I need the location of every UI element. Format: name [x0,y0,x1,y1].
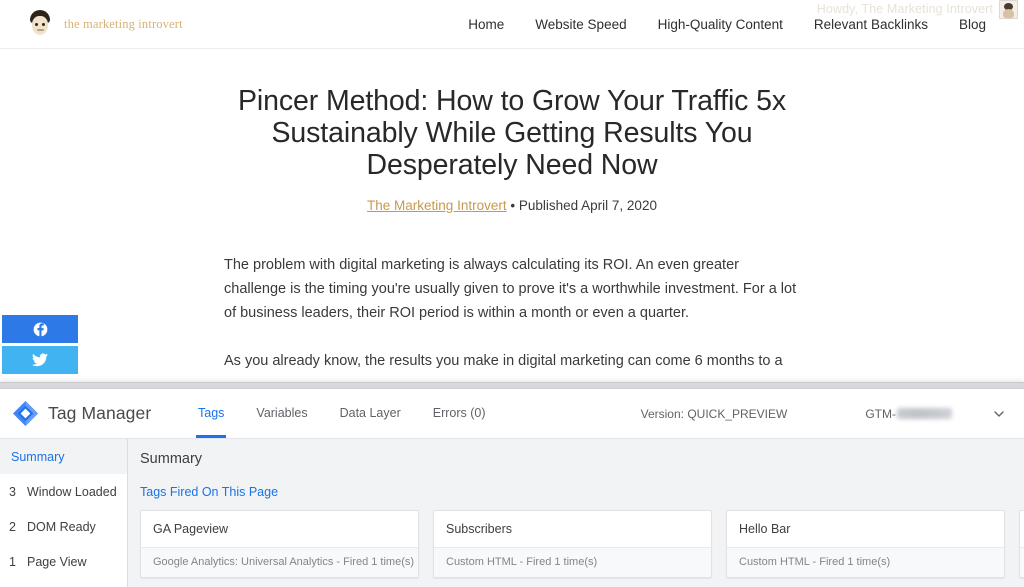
share-twitter-button[interactable] [2,346,78,374]
gtm-version-label: Version: QUICK_PREVIEW [640,406,788,421]
byline-published-date: Published April 7, 2020 [518,198,657,213]
tag-card-title: GA Pageview [153,522,229,536]
tag-card-detail: Custom HTML - Fired 1 time(s) [434,547,711,577]
event-number: 2 [9,519,16,534]
gtm-header-right: Version: QUICK_PREVIEW GTM- [641,403,1010,425]
page-title: Pincer Method: How to Grow Your Traffic … [237,85,787,181]
sidebar-item-page-view[interactable]: 1 Page View [0,544,127,579]
nav-item-blog[interactable]: Blog [959,17,986,32]
primary-navigation: Home Website Speed High-Quality Content … [468,17,986,32]
gtm-tab-bar: Tags Variables Data Layer Errors (0) [182,389,502,438]
site-header: the marketing introvert Home Website Spe… [0,0,1024,48]
gtm-container-id-redacted [897,408,952,419]
gtm-container-id: GTM- [865,407,952,421]
sidebar-item-window-loaded[interactable]: 3 Window Loaded [0,474,127,509]
tag-card[interactable]: MahilChimp Popup Custom HTML - Fired 1 t… [1019,510,1024,578]
gtm-main-content: Summary Tags Fired On This Page GA Pagev… [128,439,1024,587]
tag-card-list: GA Pageview Google Analytics: Universal … [140,510,1024,578]
tab-data-layer[interactable]: Data Layer [324,389,417,438]
tag-card-title: MahilChimp Popup [1020,511,1024,547]
event-number: 1 [9,554,16,569]
sidebar-item-label: Page View [27,554,87,569]
gtm-panel-body: Summary 3 Window Loaded 2 DOM Ready 1 Pa… [0,438,1024,587]
tag-card-detail: Google Analytics: Universal Analytics - … [141,547,418,577]
tag-card[interactable]: GA Pageview Google Analytics: Universal … [140,510,419,578]
sidebar-item-dom-ready[interactable]: 2 DOM Ready [0,509,127,544]
twitter-icon [32,353,48,367]
tab-variables[interactable]: Variables [240,389,323,438]
share-facebook-button[interactable] [2,315,78,343]
article-byline: The Marketing Introvert • Published Apri… [0,198,1024,213]
tag-card-detail: Custom HTML - Fired 1 time(s) [727,547,1004,577]
gtm-summary-heading: Summary [140,451,203,467]
gtm-title: Tag Manager [48,403,152,423]
article-paragraph: As you already know, the results you mak… [224,353,783,369]
gtm-panel-header: Tag Manager Tags Variables Data Layer Er… [0,389,1024,438]
chevron-down-icon[interactable] [988,403,1010,425]
gtm-container-prefix: GTM- [865,406,896,421]
tag-card[interactable]: Subscribers Custom HTML - Fired 1 time(s… [433,510,712,578]
nav-item-high-quality-content[interactable]: High-Quality Content [658,17,783,32]
avatar-face-icon [26,9,54,39]
tag-card-detail: Custom HTML - Fired 1 time(s) [1020,547,1024,577]
tag-manager-logo-icon [12,400,39,427]
sidebar-item-label: Window Loaded [27,484,117,499]
tag-card-title: Subscribers [446,522,512,536]
sidebar-item-label: Summary [11,449,65,464]
article-body: The problem with digital marketing is al… [222,253,802,373]
gtm-preview-panel: Tag Manager Tags Variables Data Layer Er… [0,382,1024,587]
gtm-event-sidebar: Summary 3 Window Loaded 2 DOM Ready 1 Pa… [0,439,128,587]
tab-tags[interactable]: Tags [182,389,240,438]
tag-card[interactable]: Hello Bar Custom HTML - Fired 1 time(s) [726,510,1005,578]
sidebar-item-summary[interactable]: Summary [0,439,127,474]
event-number: 3 [9,484,16,499]
site-logo-link[interactable]: the marketing introvert [26,9,183,39]
social-share-rail [2,315,78,377]
article-paragraph: The problem with digital marketing is al… [224,257,797,321]
byline-author-link[interactable]: The Marketing Introvert [367,198,507,213]
facebook-icon [33,322,48,337]
tag-card-title: Hello Bar [739,522,791,536]
tags-fired-heading: Tags Fired On This Page [140,485,279,499]
article-region: Pincer Method: How to Grow Your Traffic … [0,49,1024,383]
tab-errors[interactable]: Errors (0) [417,389,502,438]
nav-item-relevant-backlinks[interactable]: Relevant Backlinks [814,17,928,32]
nav-item-website-speed[interactable]: Website Speed [535,17,626,32]
byline-separator: • [510,198,516,213]
sidebar-item-label: DOM Ready [27,519,96,534]
gtm-branding: Tag Manager [12,400,182,427]
nav-item-home[interactable]: Home [468,17,504,32]
site-brand-name: the marketing introvert [64,16,183,31]
